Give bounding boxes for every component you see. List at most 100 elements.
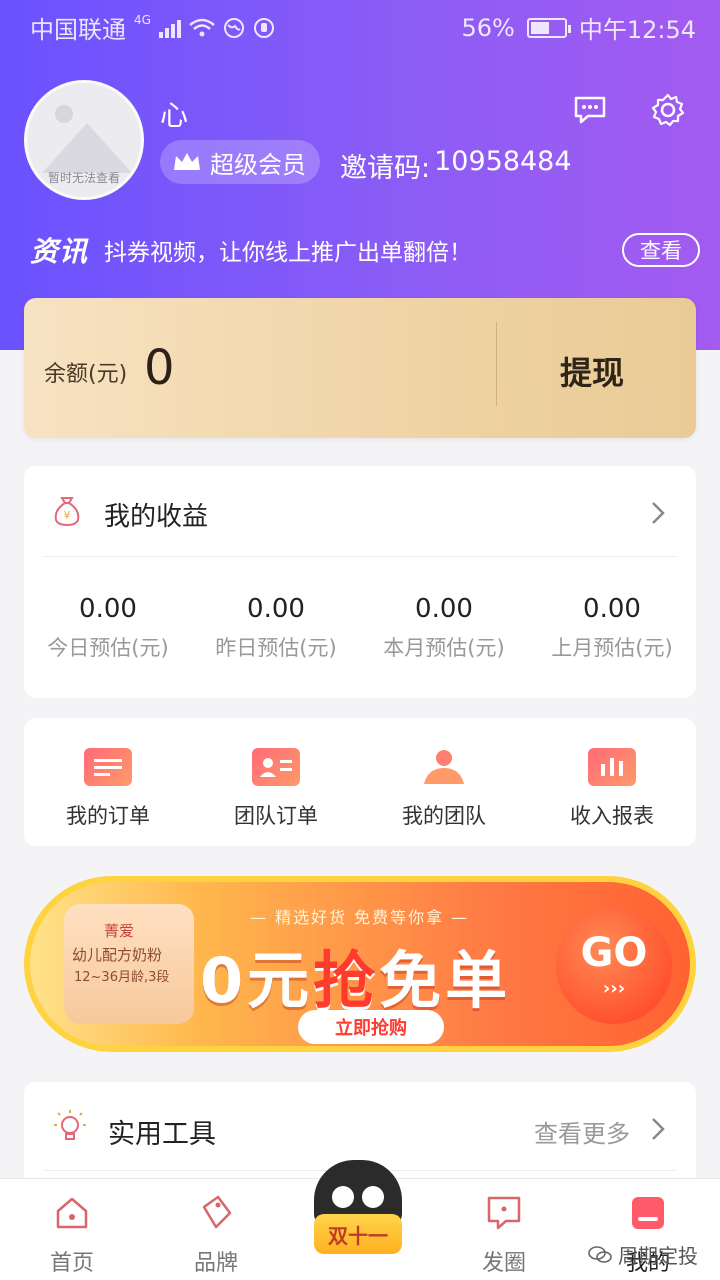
profile-icon — [632, 1197, 664, 1229]
invite-code[interactable]: 邀请码: 10958484 — [340, 146, 572, 185]
shortcut-label: 我的团队 — [402, 804, 486, 828]
grab-now-button[interactable]: 立即抢购 — [298, 1010, 444, 1044]
balance-label: 余额(元) — [44, 362, 128, 387]
tab-home[interactable]: 首页 — [0, 1193, 144, 1277]
balance-divider — [496, 322, 497, 406]
watermark-text: 周期定投 — [618, 1244, 698, 1268]
shortcut-my-orders[interactable]: 我的订单 — [24, 748, 192, 830]
earnings-card: ¥ 我的收益 0.00 今日预估(元) 0.00 昨日预估(元) 0.00 本月预估(… — [24, 466, 696, 698]
watermark: 周期定投 — [588, 1240, 698, 1269]
avatar-placeholder-caption: 暂时无法查看 — [47, 171, 120, 185]
stat-value: 0.00 — [79, 594, 137, 624]
cat-eye-left — [332, 1186, 354, 1208]
headline-part-a: 0元 — [200, 944, 314, 1017]
status-bar: 中国联通 4G 56% 中午12:54 — [0, 0, 720, 50]
tab-moments[interactable]: 发圈 — [432, 1193, 576, 1277]
news-message[interactable]: 抖券视频，让你线上推广出单翻倍！ — [104, 233, 622, 267]
go-label: GO — [580, 930, 648, 976]
double-eleven-promo-tab[interactable]: 双十一 — [306, 1160, 410, 1260]
shortcut-my-team[interactable]: 我的团队 — [360, 748, 528, 830]
wechat-icon — [588, 1245, 612, 1263]
chevron-right-icon — [652, 502, 665, 524]
headline-part-c: 免单 — [379, 944, 512, 1017]
stat-last-month: 0.00 上月预估(元) — [528, 594, 696, 662]
shortcut-team-orders[interactable]: 团队订单 — [192, 748, 360, 830]
earnings-header[interactable]: ¥ 我的收益 — [24, 466, 696, 556]
globe-icon — [223, 17, 244, 38]
news-view-button[interactable]: 查看 — [622, 233, 700, 267]
news-ticker: 资讯 抖券视频，让你线上推广出单翻倍！ 查看 — [30, 232, 700, 268]
earnings-divider — [44, 556, 676, 557]
vip-badge[interactable]: 超级会员 — [160, 140, 320, 184]
news-tag: 资讯 — [30, 235, 89, 268]
network-type: 4G — [134, 12, 151, 27]
stat-yesterday: 0.00 昨日预估(元) — [192, 594, 360, 662]
product-stage: 12~36月龄,3段 — [74, 970, 170, 985]
battery-icon — [526, 17, 571, 38]
clock: 中午12:54 — [578, 16, 696, 44]
stat-label: 上月预估(元) — [551, 636, 673, 660]
headline-part-b: 抢 — [313, 944, 380, 1017]
product-brand: 菁爱 — [104, 922, 135, 940]
balance-value: 0 — [144, 340, 175, 396]
shortcut-label: 收入报表 — [570, 804, 654, 828]
tools-title: 实用工具 — [108, 1119, 216, 1150]
stat-value: 0.00 — [247, 594, 305, 624]
battery-percent: 56% — [461, 13, 515, 42]
withdraw-button[interactable]: 提现 — [560, 348, 624, 394]
free-order-banner[interactable]: 菁爱 幼儿配方奶粉 12~36月龄,3段 — 精选好货 免费等你拿 — 0元抢免… — [24, 876, 696, 1052]
cat-eye-right — [362, 1186, 384, 1208]
report-chart-icon — [588, 748, 636, 786]
tab-label: 发圈 — [481, 1251, 526, 1276]
avatar-placeholder-mountain — [42, 123, 132, 173]
battery-fill — [530, 21, 549, 34]
crown-icon — [174, 153, 200, 170]
lightbulb-icon — [54, 1110, 86, 1140]
earnings-title: 我的收益 — [104, 502, 209, 532]
product-can-image: 菁爱 幼儿配方奶粉 12~36月龄,3段 — [64, 904, 194, 1024]
tools-more-link[interactable]: 查看更多 — [534, 1114, 630, 1149]
tab-label: 首页 — [49, 1251, 94, 1276]
tab-brand[interactable]: 品牌 — [144, 1193, 288, 1277]
shortcut-income-report[interactable]: 收入报表 — [528, 748, 696, 830]
wifi-icon — [189, 18, 215, 36]
invite-code-value: 10958484 — [434, 146, 572, 177]
promo-label: 双十一 — [314, 1214, 402, 1254]
banner-subtitle: — 精选好货 免费等你拿 — — [250, 908, 470, 927]
signal-icon — [158, 18, 181, 38]
shortcut-label: 我的订单 — [66, 804, 150, 828]
product-name: 幼儿配方奶粉 — [72, 946, 163, 964]
stat-label: 昨日预估(元) — [215, 636, 337, 660]
invite-label: 邀请码: — [340, 153, 431, 184]
stat-label: 今日预估(元) — [47, 636, 169, 660]
team-order-icon — [252, 748, 300, 786]
stat-value: 0.00 — [583, 594, 641, 624]
stat-today: 0.00 今日预估(元) — [24, 594, 192, 662]
carrier-label: 中国联通 — [30, 16, 126, 44]
tab-label: 品牌 — [193, 1251, 238, 1276]
home-icon — [56, 1197, 88, 1229]
notification-hand-icon — [253, 17, 274, 38]
go-button[interactable]: GO ››› — [556, 908, 672, 1024]
chat-bubble-icon — [487, 1196, 521, 1230]
stat-label: 本月预估(元) — [383, 636, 505, 660]
shortcuts-card: 我的订单 团队订单 我的团队 收入报表 — [24, 718, 696, 846]
settings-gear-icon[interactable] — [650, 92, 686, 128]
svg-text:¥: ¥ — [64, 509, 71, 522]
money-bag-icon: ¥ — [54, 497, 80, 527]
team-icon — [420, 748, 468, 786]
user-nickname: 心 — [160, 99, 189, 132]
order-list-icon — [84, 748, 132, 786]
go-arrows: ››› — [602, 978, 626, 999]
tag-icon — [202, 1195, 232, 1229]
stat-value: 0.00 — [415, 594, 473, 624]
avatar[interactable]: 暂时无法查看 — [24, 80, 144, 200]
chevron-right-icon — [652, 1118, 665, 1140]
banner-headline: 0元抢免单 — [200, 930, 511, 1020]
balance-card: 余额(元) 0 提现 — [24, 298, 696, 438]
message-icon[interactable] — [572, 92, 608, 128]
avatar-placeholder-sun — [55, 105, 73, 123]
shortcut-label: 团队订单 — [234, 804, 318, 828]
stat-this-month: 0.00 本月预估(元) — [360, 594, 528, 662]
vip-label: 超级会员 — [210, 150, 306, 179]
